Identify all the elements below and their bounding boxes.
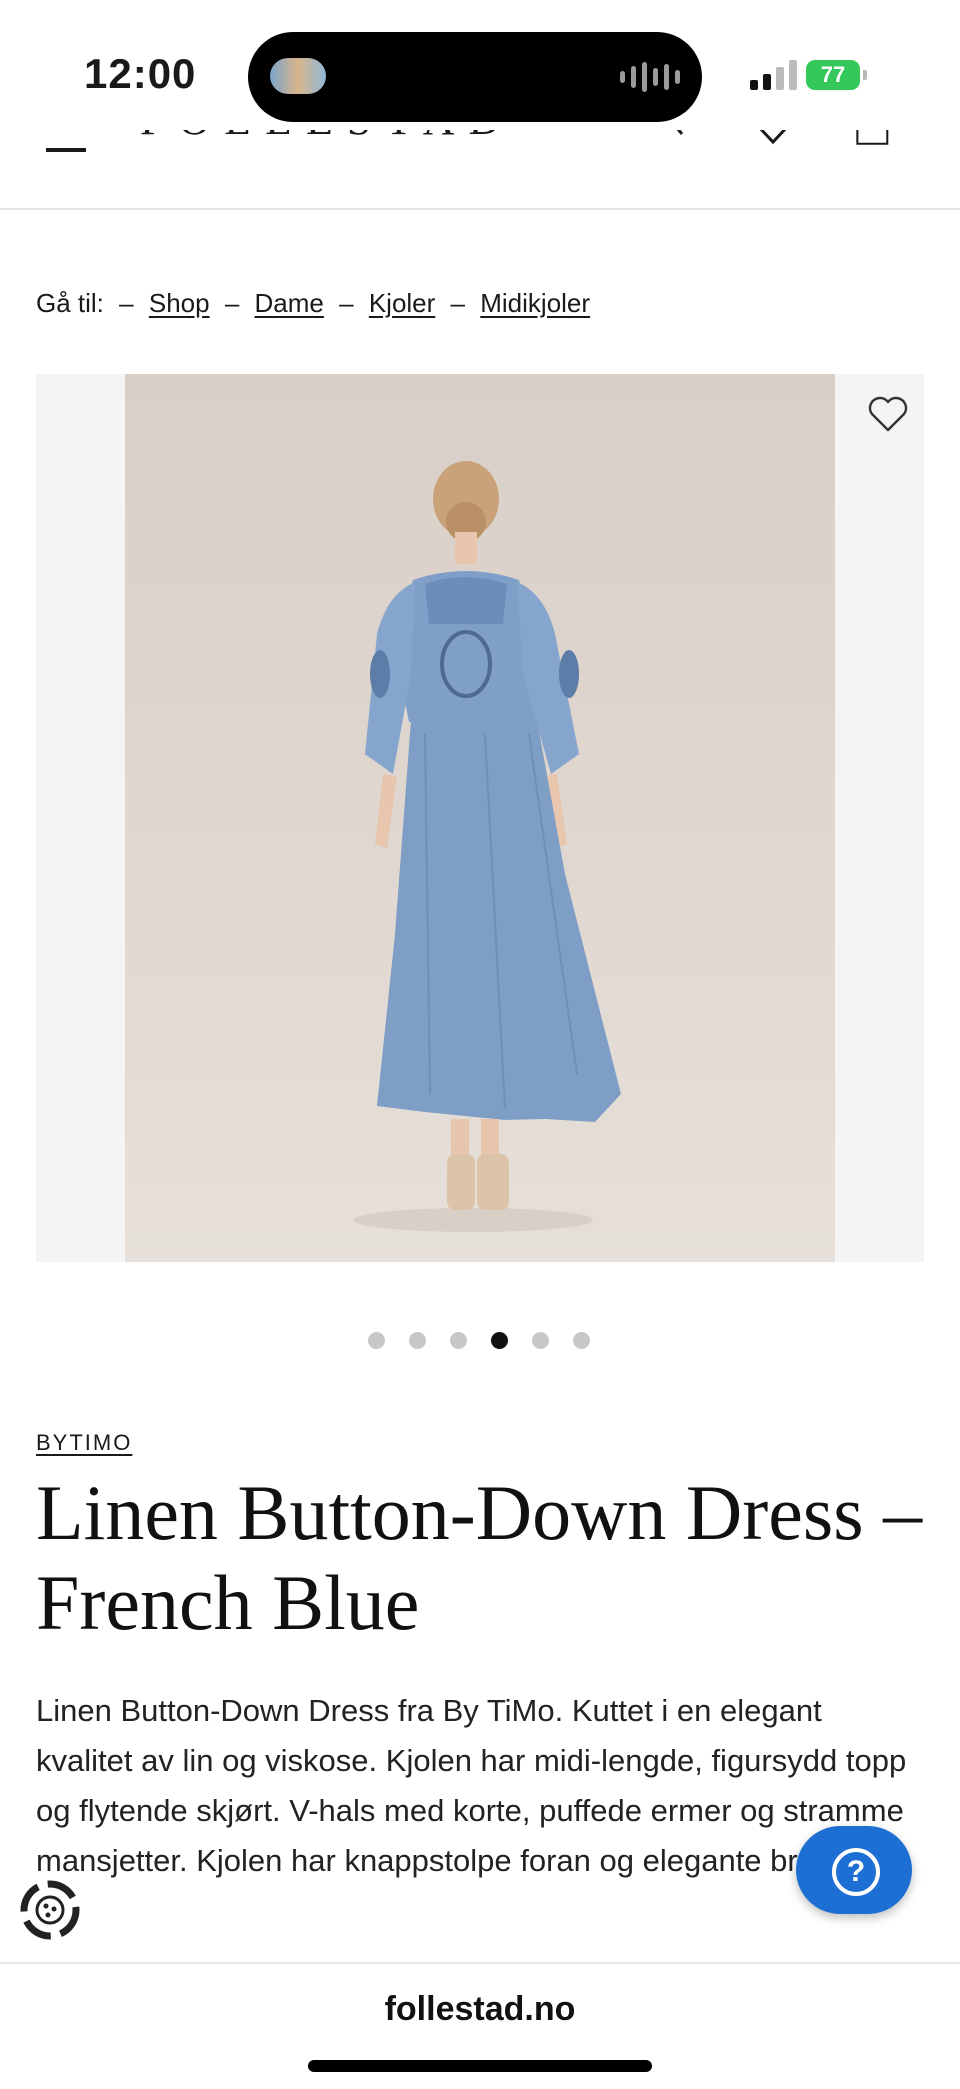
cellular-signal-icon: [750, 58, 797, 90]
breadcrumb-separator: –: [119, 288, 134, 318]
browser-address-bar: follestad.no: [0, 1962, 960, 2089]
gallery-dot[interactable]: [532, 1332, 549, 1349]
breadcrumb-dame[interactable]: Dame: [255, 288, 324, 318]
product-title: Linen Button-Down Dress – French Blue: [36, 1469, 923, 1646]
breadcrumb-kjoler[interactable]: Kjoler: [369, 288, 435, 318]
breadcrumb: Gå til: – Shop – Dame – Kjoler – Midikjo…: [36, 288, 590, 319]
wishlist-heart-icon[interactable]: [866, 394, 910, 434]
product-description: Linen Button-Down Dress fra By TiMo. Kut…: [36, 1693, 907, 1878]
gallery-dot-active[interactable]: [491, 1332, 508, 1349]
breadcrumb-midikjoler[interactable]: Midikjoler: [480, 288, 590, 318]
model-dress-illustration: [353, 461, 621, 1232]
status-bar: 12:00 77: [0, 0, 960, 130]
battery-indicator: 77: [806, 60, 867, 90]
breadcrumb-separator: –: [450, 288, 466, 318]
help-chat-button[interactable]: ?: [796, 1826, 912, 1914]
breadcrumb-prefix: Gå til:: [36, 288, 104, 318]
product-gallery[interactable]: [36, 374, 924, 1262]
breadcrumb-separator: –: [339, 288, 354, 318]
gallery-dot[interactable]: [450, 1332, 467, 1349]
audio-wave-icon: [620, 62, 680, 92]
now-playing-thumbnail: [270, 58, 326, 94]
cookie-icon[interactable]: [16, 1876, 84, 1944]
product-photo[interactable]: [125, 374, 835, 1262]
url-display[interactable]: follestad.no: [0, 1990, 960, 2029]
hamburger-icon[interactable]: [46, 148, 86, 152]
status-time: 12:00: [84, 50, 197, 97]
product-brand-link[interactable]: BYTIMO: [36, 1430, 132, 1456]
home-indicator[interactable]: [308, 2060, 652, 2072]
gallery-dot[interactable]: [368, 1332, 385, 1349]
dynamic-island: [248, 32, 702, 122]
breadcrumb-shop[interactable]: Shop: [149, 288, 210, 318]
gallery-pagination: [368, 1332, 590, 1349]
question-icon: ?: [832, 1848, 880, 1896]
breadcrumb-separator: –: [224, 288, 240, 318]
gallery-dot[interactable]: [573, 1332, 590, 1349]
gallery-dot[interactable]: [409, 1332, 426, 1349]
